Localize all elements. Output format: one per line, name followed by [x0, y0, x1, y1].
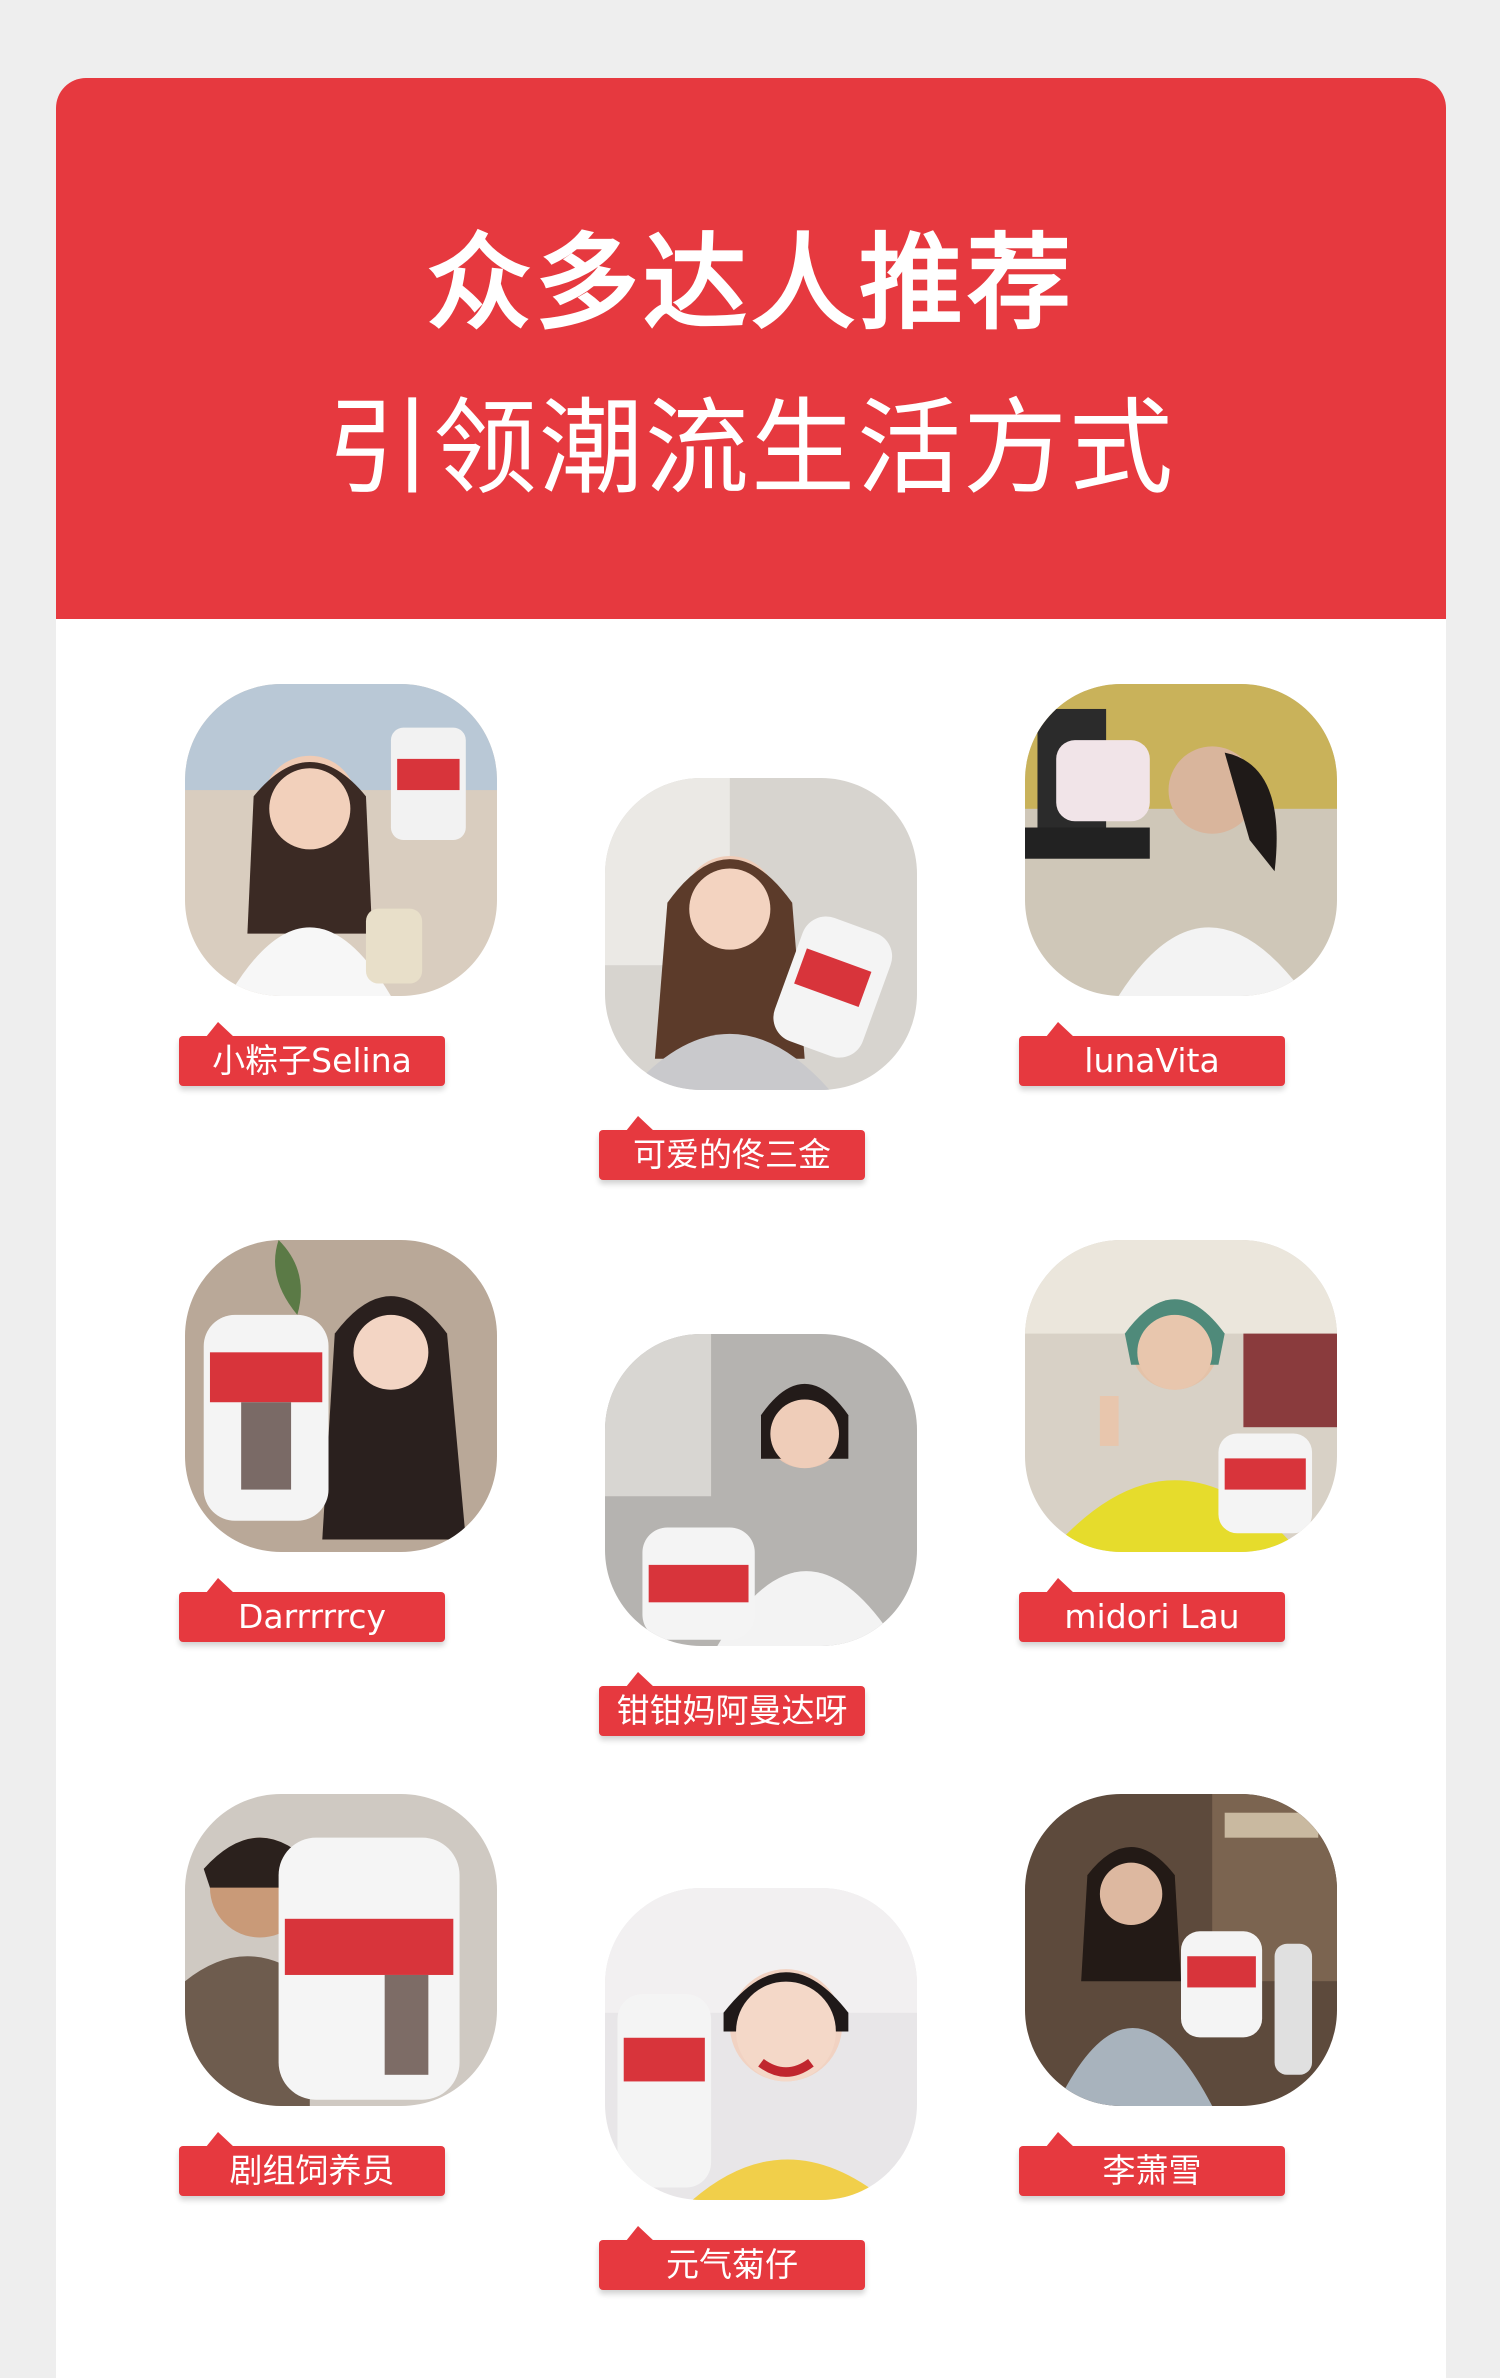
influencer-photo[interactable]: [605, 1334, 917, 1646]
page-subtitle: 引领潮流生活方式: [326, 387, 1175, 509]
influencer-photo-icon: [1025, 1240, 1337, 1552]
influencer-photo-icon: [185, 1240, 497, 1552]
influencer-card[interactable]: 剧组饲养员: [179, 1794, 499, 2214]
influencer-card[interactable]: 钳钳妈阿曼达呀: [599, 1334, 919, 1754]
influencer-name-tag: midori Lau: [1019, 1578, 1285, 1642]
influencer-photo[interactable]: [1025, 1240, 1337, 1552]
tag-tail: [625, 1672, 661, 1687]
tag-tail: [205, 1578, 241, 1593]
influencer-name-tag: 剧组饲养员: [179, 2132, 445, 2196]
influencer-photo[interactable]: [1025, 1794, 1337, 2106]
influencer-photo-icon: [185, 684, 497, 996]
influencer-card[interactable]: 小粽子Selina: [179, 684, 499, 1104]
influencer-name-tag: lunaVita: [1019, 1022, 1285, 1086]
influencer-photo-icon: [605, 1334, 917, 1646]
influencer-photo-icon: [1025, 1794, 1337, 2106]
influencer-name-tag: 钳钳妈阿曼达呀: [599, 1672, 865, 1736]
tag-tail: [205, 2132, 241, 2147]
influencer-photo[interactable]: [185, 1794, 497, 2106]
influencer-photo[interactable]: [185, 684, 497, 996]
influencer-photo[interactable]: [185, 1240, 497, 1552]
influencer-name: 李萧雪: [1102, 2151, 1202, 2190]
page-title: 众多达人推荐: [426, 222, 1075, 344]
influencer-card[interactable]: lunaVita: [1019, 684, 1339, 1104]
influencer-card[interactable]: 可爱的佟三金: [599, 778, 919, 1198]
influencer-card[interactable]: Darrrrrcy: [179, 1240, 499, 1660]
influencer-card[interactable]: 李萧雪: [1019, 1794, 1339, 2214]
influencer-name-tag: Darrrrrcy: [179, 1578, 445, 1642]
influencer-name-tag: 可爱的佟三金: [599, 1116, 865, 1180]
influencer-name-tag: 元气菊仔: [599, 2226, 865, 2290]
header-banner: 众多达人推荐 引领潮流生活方式: [56, 78, 1446, 619]
influencer-card[interactable]: midori Lau: [1019, 1240, 1339, 1660]
influencer-name: lunaVita: [1084, 1041, 1220, 1080]
influencer-name-tag: 李萧雪: [1019, 2132, 1285, 2196]
influencer-name: 剧组饲养员: [229, 2151, 395, 2190]
influencer-name: 可爱的佟三金: [633, 1135, 831, 1174]
influencer-photo-icon: [605, 778, 917, 1090]
tag-tail: [625, 1116, 661, 1131]
influencer-photo-icon: [605, 1888, 917, 2200]
recommendation-card: 众多达人推荐 引领潮流生活方式 小粽子Selina 可爱的佟三金 lunaVit…: [56, 78, 1446, 2378]
tag-tail: [1045, 1022, 1081, 1037]
tag-tail: [205, 1022, 241, 1037]
tag-tail: [625, 2226, 661, 2241]
influencer-photo[interactable]: [605, 778, 917, 1090]
influencer-name-tag: 小粽子Selina: [179, 1022, 445, 1086]
influencer-name: midori Lau: [1064, 1597, 1240, 1636]
influencer-name: 元气菊仔: [666, 2245, 798, 2284]
tag-tail: [1045, 1578, 1081, 1593]
influencer-photo-icon: [1025, 684, 1337, 996]
influencer-name: 钳钳妈阿曼达呀: [616, 1691, 848, 1730]
tag-tail: [1045, 2132, 1081, 2147]
influencer-name: Darrrrrcy: [237, 1597, 387, 1636]
influencer-photo-icon: [185, 1794, 497, 2106]
influencer-photo[interactable]: [1025, 684, 1337, 996]
influencer-card[interactable]: 元气菊仔: [599, 1888, 919, 2308]
influencer-photo[interactable]: [605, 1888, 917, 2200]
influencer-name: 小粽子Selina: [212, 1041, 412, 1080]
